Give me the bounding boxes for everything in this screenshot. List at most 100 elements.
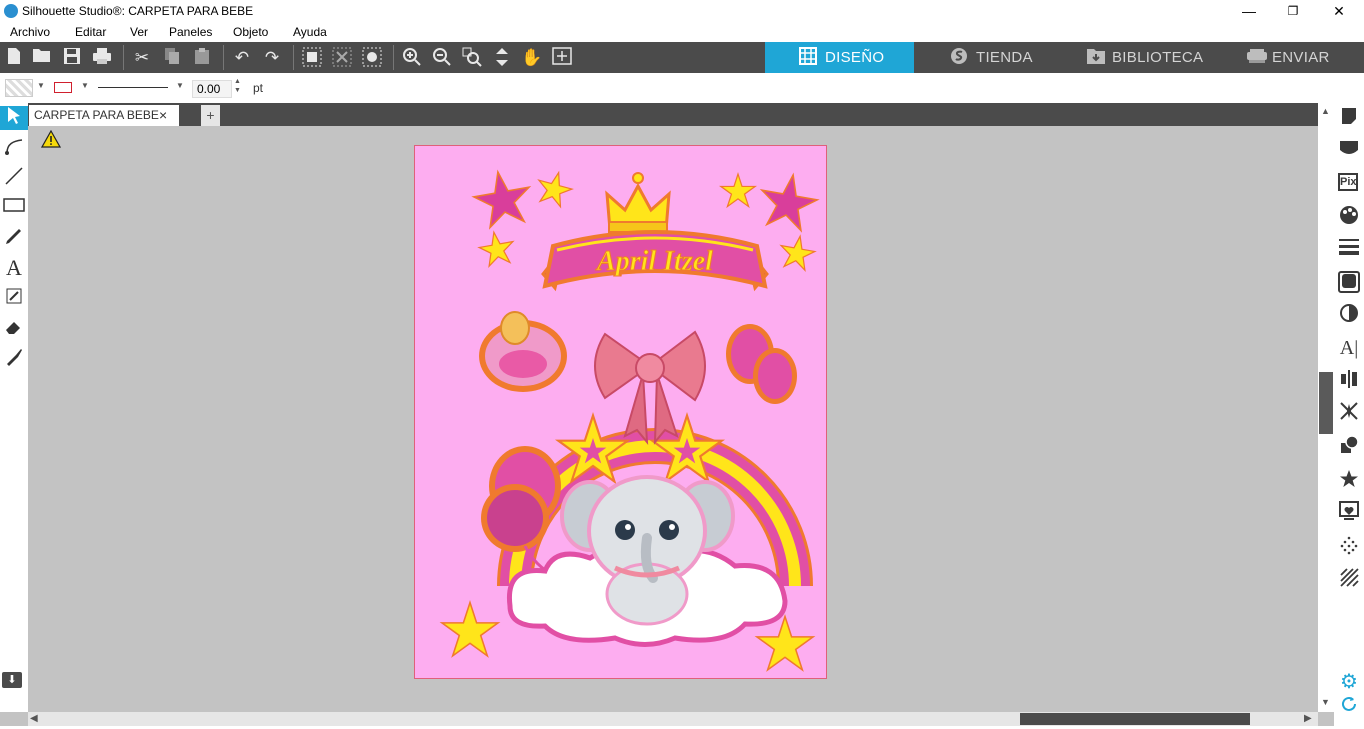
line-width-stepper[interactable]: ▲ ▼: [234, 77, 241, 95]
yellow-star-4: [775, 231, 820, 274]
library-folder-icon: [1086, 45, 1105, 64]
pink-star-right: [753, 167, 824, 235]
shadow-icon[interactable]: [1338, 303, 1360, 325]
silhouette-logo-icon: [4, 4, 18, 18]
warning-icon[interactable]: [40, 129, 62, 153]
tab-enviar[interactable]: ENVIAR: [1210, 42, 1334, 73]
rectangle-tool-icon[interactable]: [2, 196, 26, 220]
copy-icon[interactable]: [161, 47, 183, 69]
favorites-star-icon[interactable]: [1338, 469, 1360, 491]
close-button[interactable]: ✕: [1316, 0, 1362, 22]
menu-ayuda[interactable]: Ayuda: [293, 25, 327, 39]
document-tab-label: CARPETA PARA BEBE: [34, 108, 159, 122]
pan-hand-icon[interactable]: ✋: [521, 47, 543, 69]
fill-pattern-swatch[interactable]: [5, 79, 33, 97]
trace-dots-icon[interactable]: [1338, 535, 1360, 557]
edit-points-tool-icon[interactable]: [2, 136, 26, 160]
scroll-up-icon[interactable]: ▲: [1321, 106, 1330, 116]
tab-diseno-label: DISEÑO: [825, 49, 885, 66]
line-color-swatch[interactable]: [54, 82, 72, 93]
store-s-icon: [950, 45, 968, 64]
tab-biblioteca[interactable]: BIBLIOTECA: [1050, 42, 1210, 73]
document-tab-close[interactable]: ×: [159, 107, 167, 123]
redo-icon[interactable]: ↷: [261, 47, 283, 69]
align-icon[interactable]: [1338, 369, 1360, 391]
name-banner: April Itzel: [541, 230, 769, 292]
vertical-scroll-thumb[interactable]: [1319, 372, 1333, 434]
select-tool-icon[interactable]: [0, 106, 28, 130]
title-bar: Silhouette Studio®: CARPETA PARA BEBE — …: [0, 0, 1364, 22]
sketch-hatch-icon[interactable]: [1338, 567, 1360, 589]
menu-ver[interactable]: Ver: [130, 25, 148, 39]
crown: [605, 172, 671, 233]
tab-diseno[interactable]: DISEÑO: [765, 42, 914, 73]
line-width-unit: pt: [253, 81, 264, 95]
line-style-icon[interactable]: [1338, 237, 1360, 259]
right-panel-bar: Pix A| ⚙: [1334, 103, 1364, 729]
cut-icon[interactable]: ✂: [131, 47, 153, 69]
horizontal-scroll-thumb[interactable]: [1020, 713, 1250, 725]
zoom-out-icon[interactable]: [431, 47, 453, 69]
text-tool-icon[interactable]: A: [2, 256, 26, 280]
scroll-down-icon[interactable]: ▼: [1321, 697, 1330, 707]
text-style-icon[interactable]: A|: [1338, 337, 1360, 359]
fill-color-palette-icon[interactable]: [1338, 205, 1360, 227]
properties-bar: ▼ ▼ ▼ ▲▼ pt: [0, 73, 1364, 103]
maximize-button[interactable]: ❐: [1270, 0, 1316, 22]
yellow-star-bottom-left: [439, 600, 501, 658]
offset-heart-icon[interactable]: [1338, 501, 1360, 523]
fit-to-page-icon[interactable]: [491, 47, 513, 69]
add-tab-button[interactable]: +: [201, 105, 220, 126]
left-tool-panel: A ⬇ ▶: [0, 103, 38, 712]
knife-tool-icon[interactable]: [2, 346, 26, 370]
menu-editar[interactable]: Editar: [75, 25, 106, 39]
save-icon[interactable]: [61, 47, 83, 69]
pencil-tool-icon[interactable]: [2, 226, 26, 250]
line-width-input[interactable]: [192, 80, 232, 98]
group-icon[interactable]: [301, 47, 323, 69]
send-cutter-icon: [1246, 45, 1267, 63]
undo-icon[interactable]: ↶: [231, 47, 253, 69]
modify-icon[interactable]: [1338, 435, 1360, 457]
minimize-button[interactable]: —: [1226, 0, 1272, 22]
line-color-dropdown-icon[interactable]: ▼: [81, 81, 89, 90]
scroll-left-icon[interactable]: ◀: [30, 713, 38, 724]
menu-paneles[interactable]: Paneles: [169, 25, 212, 39]
page-setup-icon[interactable]: [1338, 107, 1360, 129]
pixscan-icon[interactable]: Pix: [1338, 173, 1360, 195]
zoom-in-icon[interactable]: [401, 47, 423, 69]
yellow-star-3: [718, 172, 758, 209]
ungroup-icon[interactable]: [331, 47, 353, 69]
release-compound-icon[interactable]: [361, 47, 383, 69]
print-icon[interactable]: [91, 47, 113, 69]
baby-folder-artwork: April Itzel: [439, 164, 824, 672]
yellow-star-1: [531, 165, 578, 211]
settings-gear-icon[interactable]: ⚙: [1338, 671, 1360, 693]
fill-pattern-icon[interactable]: [1338, 271, 1360, 293]
baby-feet: [726, 324, 797, 404]
pacifier: [479, 311, 567, 392]
open-folder-icon[interactable]: [31, 47, 53, 69]
menu-archivo[interactable]: Archivo: [10, 25, 50, 39]
tab-biblioteca-label: BIBLIOTECA: [1112, 49, 1204, 66]
eraser-tool-icon[interactable]: [2, 316, 26, 340]
cut-mat-icon[interactable]: [1338, 139, 1360, 161]
add-page-icon[interactable]: [551, 47, 573, 69]
scroll-right-icon[interactable]: ▶: [1304, 713, 1312, 724]
document-tab[interactable]: CARPETA PARA BEBE ×: [29, 105, 179, 126]
yellow-star-2: [474, 227, 519, 270]
sync-icon[interactable]: [1338, 695, 1360, 717]
tab-enviar-label: ENVIAR: [1272, 49, 1330, 66]
menu-objeto[interactable]: Objeto: [233, 25, 268, 39]
draw-tool-icon[interactable]: [2, 286, 26, 310]
line-style-preview[interactable]: [98, 87, 168, 88]
design-page[interactable]: April Itzel: [414, 145, 827, 679]
line-style-dropdown-icon[interactable]: ▼: [176, 81, 184, 90]
new-file-icon[interactable]: [3, 47, 25, 69]
replicate-icon[interactable]: [1338, 401, 1360, 423]
zoom-select-icon[interactable]: [461, 47, 483, 69]
paste-icon[interactable]: [191, 47, 213, 69]
tab-tienda[interactable]: TIENDA: [914, 42, 1050, 73]
fill-dropdown-icon[interactable]: ▼: [37, 81, 45, 90]
line-tool-icon[interactable]: [2, 166, 26, 190]
